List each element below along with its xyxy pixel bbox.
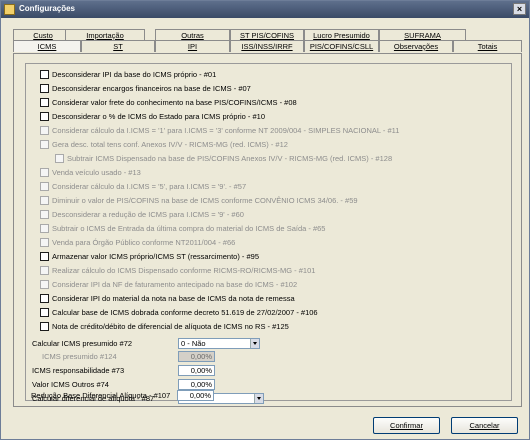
option-label: Desconsiderar a redução de ICMS para I.I… [52, 210, 244, 219]
tab-icms[interactable]: ICMS [13, 40, 81, 52]
checkbox [40, 140, 49, 149]
icms-responsabilidade-field[interactable]: 0,00% [178, 365, 215, 376]
option-label: Desconsiderar o % de ICMS do Estado para… [52, 112, 266, 121]
option-label: Considerar IPI do material da nota na ba… [52, 294, 295, 303]
option-label: Considerar valor frete do conhecimento n… [52, 98, 297, 107]
tab-ipi[interactable]: IPI [155, 40, 230, 52]
option-label: Armazenar valor ICMS próprio/ICMS ST (re… [52, 252, 260, 261]
reducao-base-diferencial-label: Redução Base Diferencial Alíquota - #107 [31, 391, 171, 400]
tab-totais[interactable]: Totais [453, 40, 522, 52]
option-label: Realizar cálculo do ICMS Dispensado conf… [52, 266, 316, 275]
option-label: Desconsiderar IPI da base do ICMS própri… [52, 70, 217, 79]
checkbox [40, 238, 49, 247]
checkbox[interactable] [40, 112, 49, 121]
checkbox [40, 210, 49, 219]
checkbox [40, 182, 49, 191]
calc-icms-presumido-label: Calcular ICMS presumido #72 [32, 339, 133, 348]
option-label: Subtrair o ICMS de Entrada da última com… [52, 224, 326, 233]
option-label: Subtrair ICMS Dispensado na base de PIS/… [67, 154, 393, 163]
chevron-down-icon[interactable] [254, 394, 263, 403]
checkbox [55, 154, 64, 163]
icms-presumido-label: ICMS presumido #124 [42, 352, 117, 361]
icms-responsabilidade-label: ICMS responsabilidade #73 [32, 366, 125, 375]
option-label: Nota de crédito/débito de diferencial de… [52, 322, 289, 331]
option-label: Diminuir o valor de PIS/COFINS na base d… [52, 196, 358, 205]
checkbox[interactable] [40, 70, 49, 79]
checkbox[interactable] [40, 252, 49, 261]
reducao-base-diferencial-field[interactable]: 0,00% [177, 390, 214, 401]
configuracoes-window: Configurações × Custo Importação Outras … [0, 0, 530, 440]
tab-panel-icms: Desconsiderar IPI da base do ICMS própri… [13, 53, 522, 407]
checkbox [40, 280, 49, 289]
title-bar[interactable]: Configurações × [1, 1, 529, 18]
option-label: Venda para Órgão Público conforme NT2011… [52, 238, 236, 247]
select-value: 0 - Não [181, 339, 206, 348]
option-label: Considerar IPI da NF de faturamento ante… [52, 280, 298, 289]
checkbox [40, 168, 49, 177]
option-label: Venda veículo usado - #13 [52, 168, 141, 177]
option-label: Considerar cálculo da I.ICMS = '5', para… [52, 182, 247, 191]
valor-icms-outros-label: Valor ICMS Outros #74 [32, 380, 109, 389]
checkbox [40, 196, 49, 205]
option-label: Gera desc. total tens conf. Anexos IV/V … [52, 140, 288, 149]
valor-icms-outros-field[interactable]: 0,00% [178, 379, 215, 390]
checkbox [40, 266, 49, 275]
option-label: Desconsiderar encargos financeiros na ba… [52, 84, 251, 93]
option-label: Calcular base de ICMS dobrada conforme d… [52, 308, 318, 317]
checkbox[interactable] [40, 322, 49, 331]
app-icon [4, 4, 15, 15]
window-title: Configurações [19, 4, 76, 13]
checkbox[interactable] [40, 84, 49, 93]
tab-st[interactable]: ST [81, 40, 155, 52]
tab-iss-inss-irrf[interactable]: ISS/INSS/IRRF [230, 40, 304, 52]
option-label: Considerar cálculo da I.ICMS = '1' para … [52, 126, 400, 135]
confirm-button[interactable]: Confirmar [373, 417, 440, 434]
options-group: Desconsiderar IPI da base do ICMS própri… [25, 63, 512, 404]
checkbox [40, 126, 49, 135]
checkbox[interactable] [40, 294, 49, 303]
icms-presumido-field: 0,00% [178, 351, 215, 362]
cancel-button[interactable]: Cancelar [451, 417, 518, 434]
tab-observacoes[interactable]: Observações [379, 40, 453, 52]
calc-icms-presumido-select[interactable]: 0 - Não [178, 338, 260, 349]
checkbox[interactable] [40, 308, 49, 317]
close-button[interactable]: × [513, 3, 526, 15]
chevron-down-icon[interactable] [250, 339, 259, 348]
checkbox [40, 224, 49, 233]
tab-pis-cofins-csll[interactable]: PIS/COFINS/CSLL [304, 40, 379, 52]
checkbox[interactable] [40, 98, 49, 107]
